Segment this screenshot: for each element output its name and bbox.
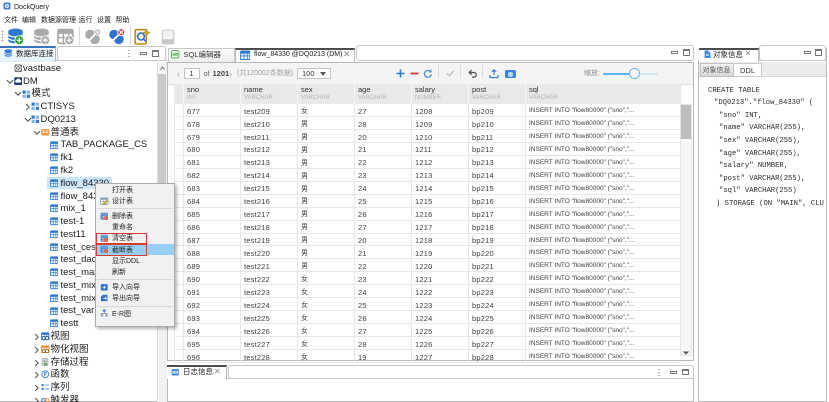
svg-text:SQL: SQL (173, 53, 178, 56)
